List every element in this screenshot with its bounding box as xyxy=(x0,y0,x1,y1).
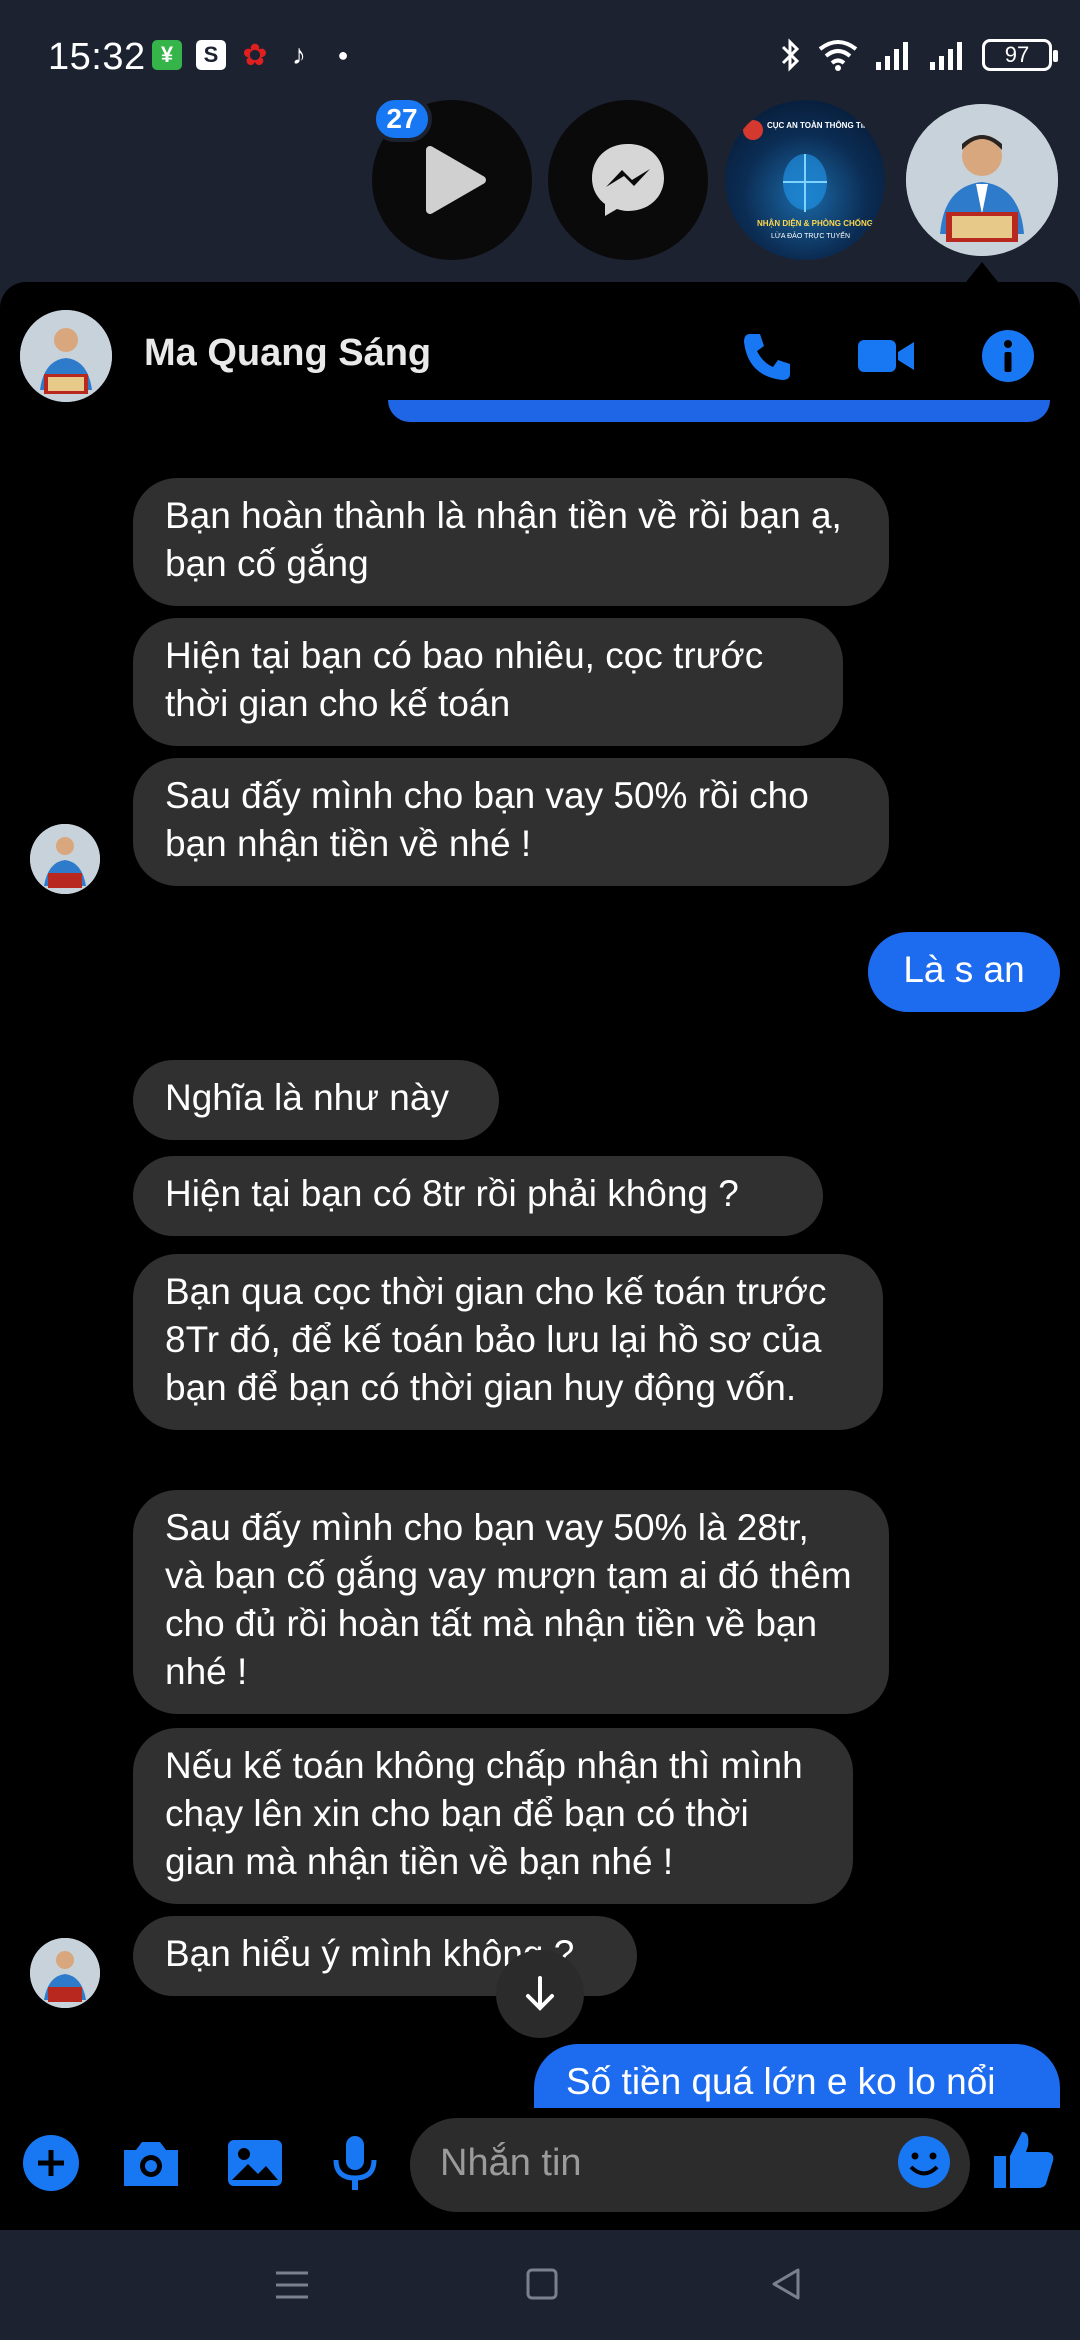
emoji-icon[interactable] xyxy=(894,2132,954,2192)
message-bubble[interactable]: Bạn qua cọc thời gian cho kế toán trước … xyxy=(133,1254,883,1430)
message-bubble[interactable]: Hiện tại bạn có 8tr rồi phải không ? xyxy=(133,1156,823,1236)
video-call-icon[interactable] xyxy=(856,326,916,386)
cuc-logo-subtitle: NHẬN DIỆN & PHÒNG CHỐNG xyxy=(757,218,873,228)
message-bubble[interactable]: Bạn hoàn thành là nhận tiền về rồi bạn ạ… xyxy=(133,478,889,606)
sender-avatar-image xyxy=(30,824,100,894)
chat-panel: Ma Quang Sáng Bạn hoàn thành là nhận tiề… xyxy=(0,282,1080,2230)
unread-badge: 27 xyxy=(372,96,432,142)
notification-icons: ¥ S ✿ ♪ ● xyxy=(152,38,358,72)
bluetooth-icon xyxy=(781,38,800,72)
tiktok-icon: ♪ xyxy=(292,39,306,70)
scroll-to-bottom-button[interactable] xyxy=(496,1950,584,2038)
system-icons: 97 xyxy=(780,38,1058,72)
message-bubble[interactable]: Nghĩa là như này xyxy=(133,1060,499,1140)
avatar-image xyxy=(20,310,112,402)
gallery-icon[interactable] xyxy=(222,2130,288,2196)
dot-icon: ● xyxy=(337,44,349,65)
message-bubble[interactable]: Nếu kế toán không chấp nhận thì mình chạ… xyxy=(133,1728,853,1904)
message-bubble-mine[interactable]: Là s an xyxy=(868,932,1060,1012)
avatar[interactable] xyxy=(20,310,112,402)
status-bar: 15:32 ¥ S ✿ ♪ ● 97 xyxy=(0,0,1080,110)
cuc-logo-image: CỤC AN TOÀN THÔNG TIN NHẬN DIỆN & PHÒNG … xyxy=(743,120,873,240)
play-icon xyxy=(426,146,486,214)
message-bubble[interactable]: Sau đấy mình cho bạn vay 50% là 28tr, và… xyxy=(133,1490,889,1714)
sender-avatar-image xyxy=(30,1938,100,2008)
message-input[interactable]: Nhắn tin xyxy=(410,2118,970,2212)
composer-bar: Nhắn tin xyxy=(0,2108,1080,2230)
message-bubble[interactable]: Hiện tại bạn có bao nhiêu, cọc trước thờ… xyxy=(133,618,843,746)
signal-2-icon xyxy=(930,42,962,70)
info-icon[interactable] xyxy=(978,326,1038,386)
signal-1-icon xyxy=(876,42,908,70)
like-thumb-icon[interactable] xyxy=(988,2124,1060,2196)
shopping-bag-icon: S xyxy=(196,40,226,70)
back-triangle-icon[interactable] xyxy=(766,2264,806,2304)
huawei-icon: ✿ xyxy=(242,38,268,72)
arrow-down-icon xyxy=(526,1976,554,2011)
cuc-logo-title: CỤC AN TOÀN THÔNG TIN xyxy=(767,121,869,130)
contact-photo xyxy=(906,104,1058,256)
plus-icon[interactable] xyxy=(18,2130,84,2196)
chat-head-contact[interactable] xyxy=(902,100,1062,260)
chat-head-cuc-an-toan[interactable]: CỤC AN TOÀN THÔNG TIN NHẬN DIỆN & PHÒNG … xyxy=(725,100,885,260)
microphone-icon[interactable] xyxy=(322,2130,388,2196)
battery-indicator: 97 xyxy=(982,39,1058,71)
chat-head-pointer xyxy=(966,262,998,282)
chat-head-messenger[interactable] xyxy=(548,100,708,260)
cuc-logo-subtitle-2: LỪA ĐẢO TRỰC TUYẾN xyxy=(771,230,850,240)
message-input-placeholder: Nhắn tin xyxy=(440,2142,582,2184)
menu-icon[interactable] xyxy=(272,2268,312,2302)
messenger-icon xyxy=(592,144,664,216)
system-navigation-bar xyxy=(0,2230,1080,2340)
previous-message-bubble-edge xyxy=(388,400,1050,422)
battery-level: 97 xyxy=(1004,42,1030,67)
phone-icon[interactable] xyxy=(736,326,796,386)
wifi-icon xyxy=(818,40,858,71)
sender-avatar[interactable] xyxy=(30,824,100,894)
home-square-icon[interactable] xyxy=(524,2266,560,2302)
sender-avatar[interactable] xyxy=(30,1938,100,2008)
money-app-icon: ¥ xyxy=(152,40,182,70)
camera-icon[interactable] xyxy=(118,2130,184,2196)
status-time: 15:32 xyxy=(48,36,146,78)
contact-name[interactable]: Ma Quang Sáng xyxy=(144,332,431,375)
message-bubble[interactable]: Sau đấy mình cho bạn vay 50% rồi cho bạn… xyxy=(133,758,889,886)
